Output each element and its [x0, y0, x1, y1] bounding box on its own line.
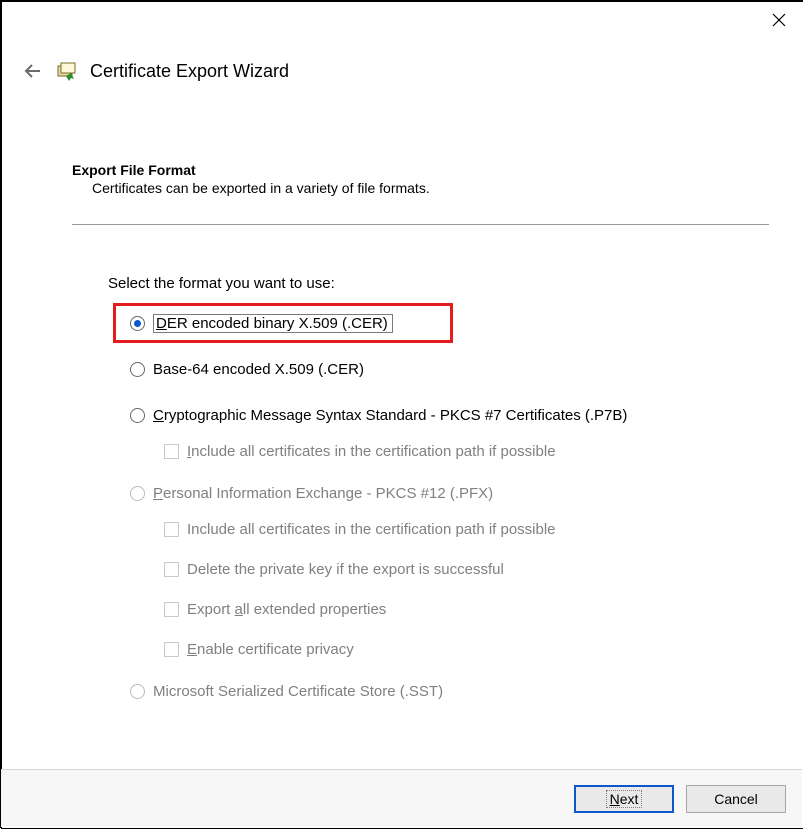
wizard-header: Certificate Export Wizard [2, 42, 803, 82]
options-group: DER encoded binary X.509 (.CER) Base-64 … [72, 312, 769, 702]
certificate-icon [56, 60, 78, 82]
radio-icon [130, 316, 145, 331]
checkbox-icon [164, 562, 179, 577]
check-pfx-export-props-label: Export all extended properties [187, 601, 386, 618]
checkbox-icon [164, 522, 179, 537]
format-prompt: Select the format you want to use: [72, 275, 769, 292]
check-pfx-include-label: Include all certificates in the certific… [187, 521, 556, 538]
next-button[interactable]: Next [574, 785, 674, 813]
section-description: Certificates can be exported in a variet… [72, 180, 769, 196]
close-icon[interactable] [769, 10, 789, 30]
checkbox-icon [164, 444, 179, 459]
back-arrow-icon[interactable] [22, 60, 44, 82]
content-area: Export File Format Certificates can be e… [2, 82, 803, 702]
wizard-title: Certificate Export Wizard [90, 61, 289, 82]
section-title: Export File Format [72, 162, 769, 178]
radio-icon [130, 362, 145, 377]
check-pfx-delete-label: Delete the private key if the export is … [187, 561, 504, 578]
divider [72, 224, 769, 225]
title-bar [2, 2, 803, 42]
cancel-button[interactable]: Cancel [686, 785, 786, 813]
radio-pfx-label: Personal Information Exchange - PKCS #12… [153, 485, 493, 502]
check-pfx-delete: Delete the private key if the export is … [164, 558, 769, 580]
radio-pkcs7[interactable]: Cryptographic Message Syntax Standard - … [130, 404, 769, 426]
radio-icon [130, 486, 145, 501]
footer-bar: Next Cancel [1, 769, 802, 827]
checkbox-icon [164, 602, 179, 617]
checkbox-icon [164, 642, 179, 657]
check-pfx-include: Include all certificates in the certific… [164, 518, 769, 540]
radio-der[interactable]: DER encoded binary X.509 (.CER) [130, 312, 769, 334]
check-pfx-privacy: Enable certificate privacy [164, 638, 769, 660]
radio-sst: Microsoft Serialized Certificate Store (… [130, 680, 769, 702]
check-pkcs7-include: Include all certificates in the certific… [164, 440, 769, 462]
radio-icon [130, 408, 145, 423]
radio-pkcs7-label: Cryptographic Message Syntax Standard - … [153, 407, 627, 424]
radio-pfx: Personal Information Exchange - PKCS #12… [130, 482, 769, 504]
radio-base64[interactable]: Base-64 encoded X.509 (.CER) [130, 358, 769, 380]
radio-icon [130, 684, 145, 699]
check-pfx-privacy-label: Enable certificate privacy [187, 641, 354, 658]
radio-der-label: DER encoded binary X.509 (.CER) [153, 314, 393, 333]
radio-base64-label: Base-64 encoded X.509 (.CER) [153, 361, 364, 378]
check-pfx-export-props: Export all extended properties [164, 598, 769, 620]
radio-sst-label: Microsoft Serialized Certificate Store (… [153, 683, 443, 700]
check-pkcs7-include-label: Include all certificates in the certific… [187, 443, 556, 460]
